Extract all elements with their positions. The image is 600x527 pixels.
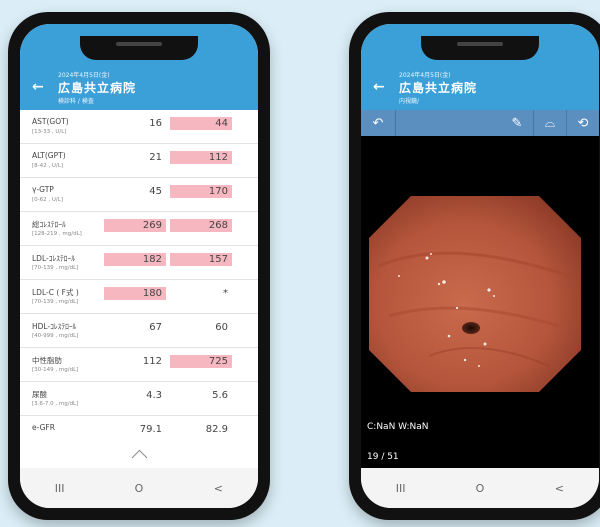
left-speaker <box>116 42 162 46</box>
left-phone: 2024年4月5日(金) ← 広島共立病院 検診科 / 検査 AST(GOT) [… <box>8 12 270 520</box>
frame-counter: 19 / 51 <box>367 452 399 462</box>
left-hospital-title: 広島共立病院 <box>58 81 137 95</box>
refresh-icon[interactable]: ⟲ <box>567 110 599 136</box>
lab-value-previous: 67 <box>149 322 162 333</box>
window-level-readout: C:NaN W:NaN <box>367 422 429 432</box>
right-hospital-title: 広島共立病院 <box>399 81 478 95</box>
lab-range: [13-33 , U/L] <box>32 129 67 135</box>
lab-range: [30-149 , mg/dL] <box>32 367 79 373</box>
right-subtitle: 内視鏡/ <box>399 98 420 105</box>
lab-value-latest: 170 <box>170 185 232 198</box>
left-notch <box>80 36 198 60</box>
lab-name: e-GFR <box>32 423 55 432</box>
lab-name: LDL-C ( F式 ) <box>32 288 79 297</box>
right-date: 2024年4月5日(金) <box>399 72 451 79</box>
lab-row[interactable]: 尿酸 [3.6-7.0 , mg/dL] 4.3 5.6 <box>20 382 258 416</box>
right-notch <box>421 36 539 60</box>
lab-value-latest: 112 <box>170 151 232 164</box>
left-date: 2024年4月5日(金) <box>58 72 110 79</box>
lab-value-latest: 157 <box>170 253 232 266</box>
lab-value-previous: 79.1 <box>139 424 162 435</box>
endoscopy-image <box>369 196 581 392</box>
lab-name: ALT(GPT) <box>32 151 66 160</box>
lab-name: LDL-ｺﾚｽﾃﾛｰﾙ <box>32 254 75 263</box>
lab-value-latest: 44 <box>170 117 232 130</box>
lab-row[interactable]: 中性脂肪 [30-149 , mg/dL] 112 725 <box>20 348 258 382</box>
right-speaker <box>457 42 503 46</box>
home-button[interactable]: O <box>465 482 495 495</box>
lab-row[interactable]: AST(GOT) [13-33 , U/L] 16 44 <box>20 110 258 144</box>
ruler-icon[interactable]: ✎ <box>501 110 534 136</box>
undo-icon[interactable]: ↶ <box>361 110 396 136</box>
lab-value-latest: 60 <box>215 322 228 333</box>
left-system-nav: III O < <box>20 468 258 508</box>
lab-value-previous: 21 <box>149 152 162 163</box>
lab-value-latest: 725 <box>170 355 232 368</box>
viewer-toolbar: ↶ ✎ ⌓ ⟲ <box>361 110 599 136</box>
ellipse-icon[interactable]: ⌓ <box>534 110 567 136</box>
recent-apps-button[interactable]: III <box>45 482 75 495</box>
lab-value-latest: 82.9 <box>205 424 228 435</box>
lab-range: [40-999 , mg/dL] <box>32 333 79 339</box>
lab-row[interactable]: 総ｺﾚｽﾃﾛｰﾙ [128-219 , mg/dL] 269 268 <box>20 212 258 246</box>
left-subtitle: 検診科 / 検査 <box>58 98 94 105</box>
lab-row[interactable]: ALT(GPT) [8-42 , U/L] 21 112 <box>20 144 258 178</box>
lab-value-previous: 16 <box>149 118 162 129</box>
lab-results-list[interactable]: AST(GOT) [13-33 , U/L] 16 44 ALT(GPT) [8-42 ,… <box>20 110 258 448</box>
lab-range: [70-139 , mg/dL] <box>32 299 79 305</box>
lab-value-previous: 112 <box>142 356 162 367</box>
right-screen: 2024年4月5日(金) ← 広島共立病院 内視鏡/ ↶ ✎ ⌓ ⟲ C:NaN… <box>361 24 599 508</box>
lab-value-previous: 182 <box>104 253 166 266</box>
lab-value-previous: 4.3 <box>146 390 162 401</box>
lab-range: [128-219 , mg/dL] <box>32 231 82 237</box>
lab-range: [0-62 , U/L] <box>32 197 63 203</box>
nav-back-button[interactable]: < <box>203 482 233 495</box>
lab-value-latest: 5.6 <box>212 390 228 401</box>
lab-range: [3.6-7.0 , mg/dL] <box>32 401 79 407</box>
nav-back-button[interactable]: < <box>544 482 574 495</box>
right-system-nav: III O < <box>361 468 599 508</box>
lab-value-previous: 269 <box>104 219 166 232</box>
recent-apps-button[interactable]: III <box>386 482 416 495</box>
right-phone: 2024年4月5日(金) ← 広島共立病院 内視鏡/ ↶ ✎ ⌓ ⟲ C:NaN… <box>349 12 600 520</box>
right-back-arrow-icon[interactable]: ← <box>373 79 385 95</box>
lab-name: HDL-ｺﾚｽﾃﾛｰﾙ <box>32 322 77 331</box>
lab-range: [70-139 , mg/dL] <box>32 265 79 271</box>
lab-name: 尿酸 <box>32 390 47 399</box>
lab-row[interactable]: LDL-ｺﾚｽﾃﾛｰﾙ [70-139 , mg/dL] 182 157 <box>20 246 258 280</box>
lab-value-latest: 268 <box>170 219 232 232</box>
lab-value-previous: 180 <box>104 287 166 300</box>
lab-row[interactable]: γ-GTP [0-62 , U/L] 45 170 <box>20 178 258 212</box>
lab-row[interactable]: LDL-C ( F式 ) [70-139 , mg/dL] 180 * <box>20 280 258 314</box>
chevron-up-icon <box>131 449 147 466</box>
lab-value-latest: * <box>223 288 228 299</box>
expand-handle[interactable] <box>20 448 258 468</box>
left-screen: 2024年4月5日(金) ← 広島共立病院 検診科 / 検査 AST(GOT) [… <box>20 24 258 508</box>
home-button[interactable]: O <box>124 482 154 495</box>
lab-name: 総ｺﾚｽﾃﾛｰﾙ <box>32 220 66 229</box>
lab-name: 中性脂肪 <box>32 356 62 365</box>
lab-value-previous: 45 <box>149 186 162 197</box>
lab-name: γ-GTP <box>32 185 54 194</box>
lab-name: AST(GOT) <box>32 117 69 126</box>
image-viewer[interactable]: C:NaN W:NaN 19 / 51 <box>361 136 599 494</box>
left-back-arrow-icon[interactable]: ← <box>32 79 44 95</box>
lab-range: [8-42 , U/L] <box>32 163 63 169</box>
lab-row[interactable]: e-GFR 79.1 82.9 <box>20 416 258 448</box>
lab-row[interactable]: HDL-ｺﾚｽﾃﾛｰﾙ [40-999 , mg/dL] 67 60 <box>20 314 258 348</box>
